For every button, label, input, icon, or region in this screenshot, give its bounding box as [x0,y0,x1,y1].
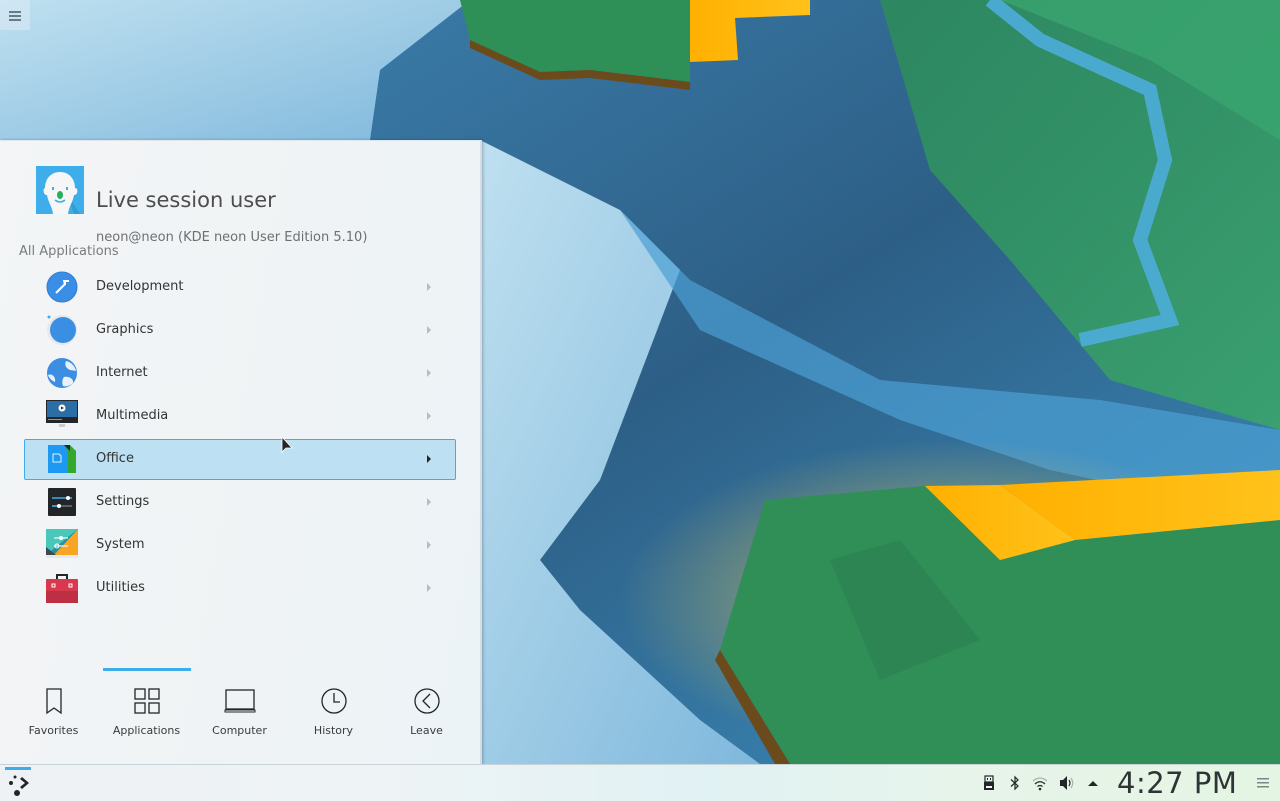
usb-device-icon[interactable] [981,775,997,791]
section-label: All Applications [19,244,119,259]
internet-globe-icon [47,358,77,388]
application-launcher: Live session user neon@neon (KDE neon Us… [0,140,482,765]
submenu-arrow-icon [427,584,431,592]
office-icon [48,445,76,473]
bookmark-icon [46,688,62,715]
category-label: Multimedia [96,408,169,423]
category-label: Graphics [96,322,154,337]
category-label: Settings [96,494,150,509]
wifi-icon[interactable] [1032,775,1048,791]
multimedia-monitor-icon [46,400,78,427]
category-multimedia[interactable]: Multimedia [24,396,456,437]
submenu-arrow-icon [427,283,431,291]
tab-label: Applications [112,724,181,737]
tab-computer[interactable]: Computer [193,668,286,738]
active-tab-indicator [103,668,191,671]
launcher-tab-bar: Favorites Applications Computer History … [7,668,473,738]
tab-applications[interactable]: Applications [100,668,193,738]
tab-label: History [313,724,354,737]
expand-tray-icon[interactable] [1085,775,1101,791]
user-face-icon [36,166,84,214]
category-label: Internet [96,365,148,380]
system-icon [46,529,78,558]
category-graphics[interactable]: Graphics [24,310,456,351]
settings-sliders-icon [48,488,76,516]
grid-icon [134,688,160,714]
submenu-arrow-icon [427,455,431,463]
submenu-arrow-icon [427,369,431,377]
tab-favorites[interactable]: Favorites [7,668,100,738]
graphics-icon [47,315,77,345]
avatar[interactable] [36,166,84,214]
taskbar: 4:27 PM [0,764,1280,801]
category-list: Development Graphics Internet Multimedia… [24,267,456,611]
bluetooth-icon[interactable] [1007,775,1023,791]
development-icon [46,271,78,303]
leave-arrow-icon [414,688,440,714]
tab-label: Favorites [28,724,79,737]
category-internet[interactable]: Internet [24,353,456,394]
category-label: Utilities [96,580,145,595]
kde-neon-launcher-icon [9,775,29,796]
desktop-toolbox-button[interactable] [0,0,30,30]
category-office[interactable]: Office [24,439,456,480]
tab-history[interactable]: History [287,668,380,738]
category-utilities[interactable]: Utilities [24,568,456,609]
user-name: Live session user [96,188,276,212]
digital-clock[interactable]: 4:27 PM [1117,765,1237,801]
submenu-arrow-icon [427,412,431,420]
submenu-arrow-icon [427,498,431,506]
category-settings[interactable]: Settings [24,482,456,523]
category-label: Office [96,451,134,466]
tab-label: Computer [212,724,267,737]
utilities-toolbox-icon [46,574,78,603]
category-system[interactable]: System [24,525,456,566]
category-label: Development [96,279,184,294]
submenu-arrow-icon [427,541,431,549]
user-host: neon@neon (KDE neon User Edition 5.10) [96,230,368,245]
category-label: System [96,537,145,552]
hamburger-icon [9,10,21,21]
volume-icon[interactable] [1058,775,1074,791]
application-launcher-button[interactable] [4,765,32,801]
launcher-open-indicator [5,767,31,770]
clock-icon [321,688,347,714]
category-development[interactable]: Development [24,267,456,308]
tab-leave[interactable]: Leave [380,668,473,738]
tab-label: Leave [410,724,443,737]
submenu-arrow-icon [427,326,431,334]
laptop-icon [224,689,256,713]
panel-options-icon[interactable] [1255,775,1271,791]
